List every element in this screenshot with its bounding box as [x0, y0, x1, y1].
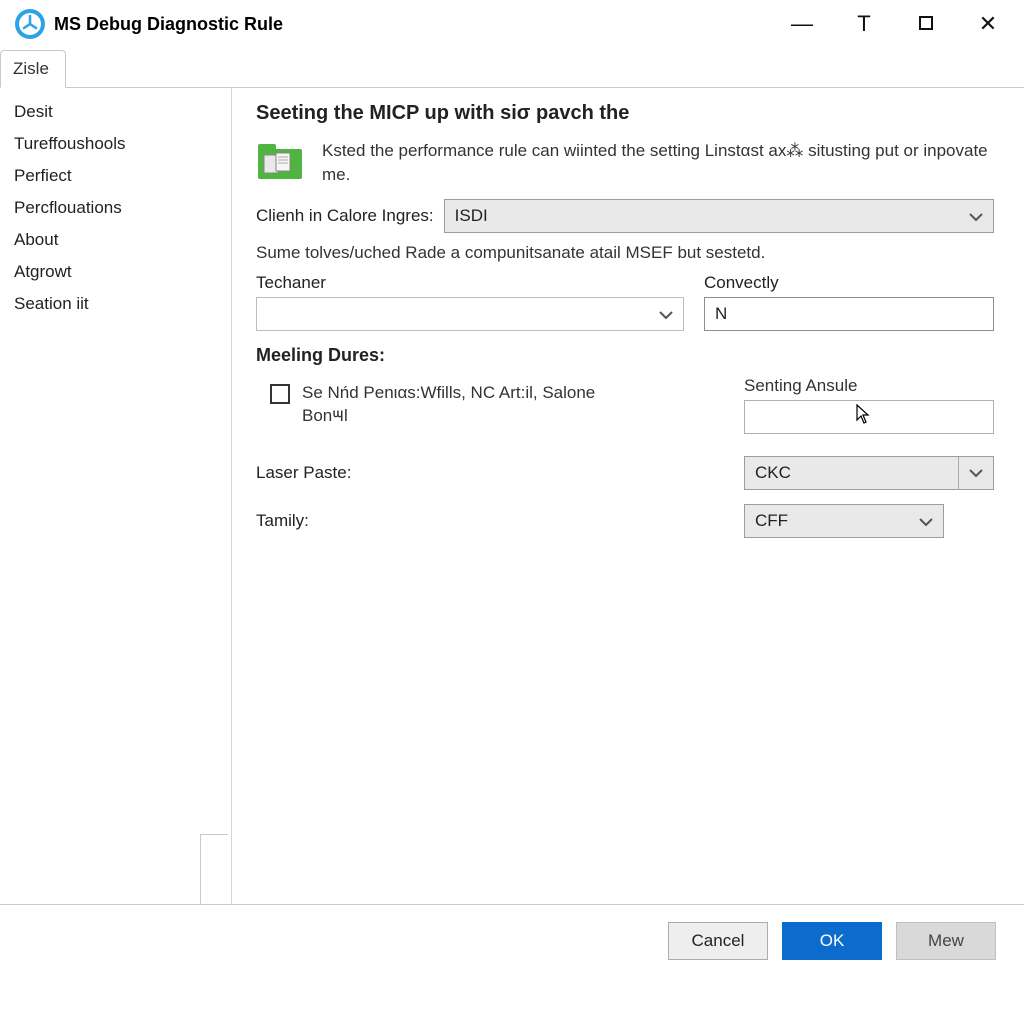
senting-label: Senting Ansule	[744, 376, 994, 396]
techaner-convectly-row: Techaner Convectly N	[256, 273, 994, 331]
app-icon	[14, 8, 46, 40]
chevron-down-icon	[659, 306, 673, 322]
sidebar-divider-stub	[200, 834, 228, 904]
clienh-row: Clienh in Calore Ingres: ISDI	[256, 199, 994, 233]
meeling-heading: Meeling Dures:	[256, 345, 994, 366]
convectly-input[interactable]: N	[704, 297, 994, 331]
window-title: MS Debug Diagnostic Rule	[54, 14, 788, 35]
chevron-down-icon	[919, 513, 933, 529]
convectly-col: Convectly N	[704, 273, 994, 331]
tab-strip: Zisle	[0, 48, 1024, 88]
cursor-icon	[854, 403, 870, 431]
techaner-label: Techaner	[256, 273, 684, 293]
techaner-dropdown[interactable]	[256, 297, 684, 331]
laser-dropdown[interactable]: CKC	[744, 456, 994, 490]
folder-icon	[256, 141, 304, 183]
page-heading: Seeting the MICP up with siσ pavch the	[256, 102, 994, 125]
sidebar-item-atgrowt[interactable]: Atgrowt	[0, 256, 231, 288]
sidebar-item-tureffoushools[interactable]: Tureffoushools	[0, 128, 231, 160]
body: Desit Tureffoushools Perfiect Percflouat…	[0, 88, 1024, 904]
tamily-label: Tamily:	[256, 511, 704, 531]
close-button[interactable]: ✕	[974, 11, 1002, 37]
perms-checkbox-label: Se Nńd Penιαs:Wfills, NC Art:il, Salone …	[302, 382, 610, 428]
checkbox-row: Se Nńd Penιαs:Wfills, NC Art:il, Salone …	[270, 382, 610, 428]
main-panel: Seeting the MICP up with siσ pavch the K…	[232, 88, 1024, 904]
clienh-label: Clienh in Calore Ingres:	[256, 206, 434, 226]
techaner-col: Techaner	[256, 273, 684, 331]
laser-label: Laser Paste:	[256, 463, 704, 483]
pin-button[interactable]: T	[850, 11, 878, 37]
minimize-button[interactable]: —	[788, 11, 816, 37]
sidebar-item-percflouations[interactable]: Percflouations	[0, 192, 231, 224]
meeling-left: Se Nńd Penιαs:Wfills, NC Art:il, Salone …	[256, 376, 704, 434]
dialog-footer: Cancel OK Mew	[0, 904, 1024, 976]
laser-value: CKC	[755, 463, 791, 483]
mew-button[interactable]: Mew	[896, 922, 996, 960]
ok-button[interactable]: OK	[782, 922, 882, 960]
meeling-right: Senting Ansule	[744, 376, 994, 434]
sidebar-item-about[interactable]: About	[0, 224, 231, 256]
title-bar: MS Debug Diagnostic Rule — T ✕	[0, 0, 1024, 48]
senting-input[interactable]	[744, 400, 994, 434]
tamily-value: CFF	[755, 511, 788, 531]
cancel-button[interactable]: Cancel	[668, 922, 768, 960]
perms-checkbox[interactable]	[270, 384, 290, 404]
sidebar: Desit Tureffoushools Perfiect Percflouat…	[0, 88, 232, 904]
tamily-dropdown[interactable]: CFF	[744, 504, 944, 538]
sidebar-item-seation[interactable]: Seation iit	[0, 288, 231, 320]
clienh-value: ISDI	[455, 206, 488, 226]
tab-zisle[interactable]: Zisle	[0, 50, 66, 88]
info-text: Ksted the performance rule can wiinted t…	[322, 139, 994, 187]
clienh-dropdown[interactable]: ISDI	[444, 199, 994, 233]
lower-grid: Laser Paste: CKC Tamily: CFF	[256, 456, 994, 538]
sidebar-item-desit[interactable]: Desit	[0, 96, 231, 128]
convectly-label: Convectly	[704, 273, 994, 293]
window-controls: — T ✕	[788, 11, 1018, 37]
note-text: Sume tolves/uched Rade a compunitsanate …	[256, 243, 994, 263]
sidebar-item-perfiect[interactable]: Perfiect	[0, 160, 231, 192]
chevron-down-icon	[958, 457, 983, 489]
chevron-down-icon	[969, 208, 983, 224]
maximize-button[interactable]	[912, 11, 940, 37]
meeling-grid: Se Nńd Penιαs:Wfills, NC Art:il, Salone …	[256, 376, 994, 434]
info-row: Ksted the performance rule can wiinted t…	[256, 139, 994, 187]
convectly-value: N	[715, 304, 727, 324]
